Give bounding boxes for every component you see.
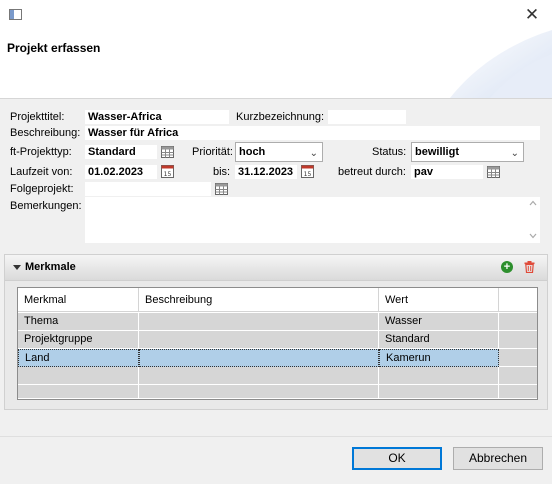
svg-text:15: 15 xyxy=(164,171,172,178)
table-row-selected[interactable]: Land Kamerun xyxy=(18,349,537,367)
delete-icon[interactable] xyxy=(524,261,535,273)
dialog-footer: OK Abbrechen xyxy=(0,436,552,484)
merkmale-panel-header[interactable]: Merkmale + xyxy=(5,255,547,281)
laufzeit-label: Laufzeit von: xyxy=(10,166,73,178)
cell-empty xyxy=(499,385,537,399)
cell-wert: Standard xyxy=(379,331,499,349)
folgeprojekt-label: Folgeprojekt: xyxy=(10,183,74,195)
merkmale-grid: Merkmal Beschreibung Wert Thema Wasser P… xyxy=(17,287,538,400)
column-header-wert[interactable]: Wert xyxy=(379,288,499,312)
calendar-grid-icon[interactable] xyxy=(215,183,228,195)
cell-empty xyxy=(499,367,537,385)
cell-filler xyxy=(499,331,537,349)
cell-merkmal: Projektgruppe xyxy=(18,331,139,349)
merkmale-panel: Merkmale + Merkmal Beschreibung Wert The… xyxy=(4,254,548,410)
add-icon[interactable]: + xyxy=(501,261,513,273)
kurzbezeichnung-label: Kurzbezeichnung: xyxy=(236,111,325,123)
cell-merkmal: Thema xyxy=(18,313,139,331)
table-row-empty[interactable] xyxy=(18,385,537,399)
cell-filler xyxy=(499,349,537,367)
close-icon[interactable]: ✕ xyxy=(521,4,543,26)
title-bar: ✕ xyxy=(0,0,552,30)
laufzeit-von-input[interactable]: 01.02.2023 xyxy=(85,165,157,179)
chevron-down-icon: ⌄ xyxy=(309,148,318,159)
svg-text:15: 15 xyxy=(304,171,312,178)
column-header-filler xyxy=(499,288,537,312)
dialog-header: Projekt erfassen xyxy=(0,30,552,98)
merkmale-title: Merkmale xyxy=(25,261,76,273)
collapse-triangle-icon[interactable] xyxy=(13,265,21,270)
projekttyp-input[interactable]: Standard xyxy=(85,145,157,159)
calendar-icon[interactable]: 15 xyxy=(301,164,314,178)
status-label: Status: xyxy=(372,146,407,158)
betreut-input[interactable]: pav xyxy=(411,165,483,179)
cell-empty xyxy=(379,367,499,385)
cell-beschreibung xyxy=(139,331,379,349)
beschreibung-label: Beschreibung: xyxy=(10,127,81,139)
kurzbezeichnung-input[interactable] xyxy=(328,110,406,124)
cell-beschreibung xyxy=(139,349,379,367)
beschreibung-input[interactable]: Wasser für Africa xyxy=(85,126,540,140)
status-select[interactable]: bewilligt ⌄ xyxy=(411,142,524,162)
cell-empty xyxy=(379,385,499,399)
bis-label: bis: xyxy=(213,166,231,178)
laufzeit-bis-input[interactable]: 31.12.2023 xyxy=(235,165,297,179)
table-row[interactable]: Thema Wasser xyxy=(18,313,537,331)
window-icon xyxy=(9,9,22,20)
projekttitel-label: Projekttitel: xyxy=(10,111,65,123)
table-row[interactable]: Projektgruppe Standard xyxy=(18,331,537,349)
status-value: bewilligt xyxy=(415,146,459,158)
cell-empty xyxy=(139,385,379,399)
folgeprojekt-input[interactable] xyxy=(85,182,211,196)
cell-beschreibung xyxy=(139,313,379,331)
cell-filler xyxy=(499,313,537,331)
calendar-grid-icon[interactable] xyxy=(161,146,174,158)
betreut-label: betreut durch: xyxy=(338,166,406,178)
header-decoration xyxy=(450,30,552,98)
cancel-button[interactable]: Abbrechen xyxy=(453,447,543,470)
calendar-icon[interactable]: 15 xyxy=(161,164,174,178)
bemerkungen-textarea[interactable] xyxy=(85,197,540,243)
column-header-beschreibung[interactable]: Beschreibung xyxy=(139,288,379,312)
cell-wert: Wasser xyxy=(379,313,499,331)
calendar-grid-icon[interactable] xyxy=(487,166,500,178)
cell-empty xyxy=(139,367,379,385)
prioritaet-select[interactable]: hoch ⌄ xyxy=(235,142,323,162)
scroll-up-icon[interactable] xyxy=(529,200,537,206)
cell-wert: Kamerun xyxy=(379,349,499,367)
bemerkungen-label: Bemerkungen: xyxy=(10,200,82,212)
projekttyp-label: ft-Projekttyp: xyxy=(10,146,72,158)
table-row-empty[interactable] xyxy=(18,367,537,385)
cell-merkmal: Land xyxy=(18,349,139,367)
prioritaet-value: hoch xyxy=(239,146,266,158)
scroll-down-icon[interactable] xyxy=(529,233,537,239)
chevron-down-icon: ⌄ xyxy=(510,148,519,159)
prioritaet-label: Priorität: xyxy=(192,146,233,158)
projekttitel-input[interactable]: Wasser-Africa xyxy=(85,110,229,124)
cell-empty xyxy=(18,367,139,385)
column-header-merkmal[interactable]: Merkmal xyxy=(18,288,139,312)
ok-button[interactable]: OK xyxy=(352,447,442,470)
page-title: Projekt erfassen xyxy=(7,41,101,55)
cell-empty xyxy=(18,385,139,399)
